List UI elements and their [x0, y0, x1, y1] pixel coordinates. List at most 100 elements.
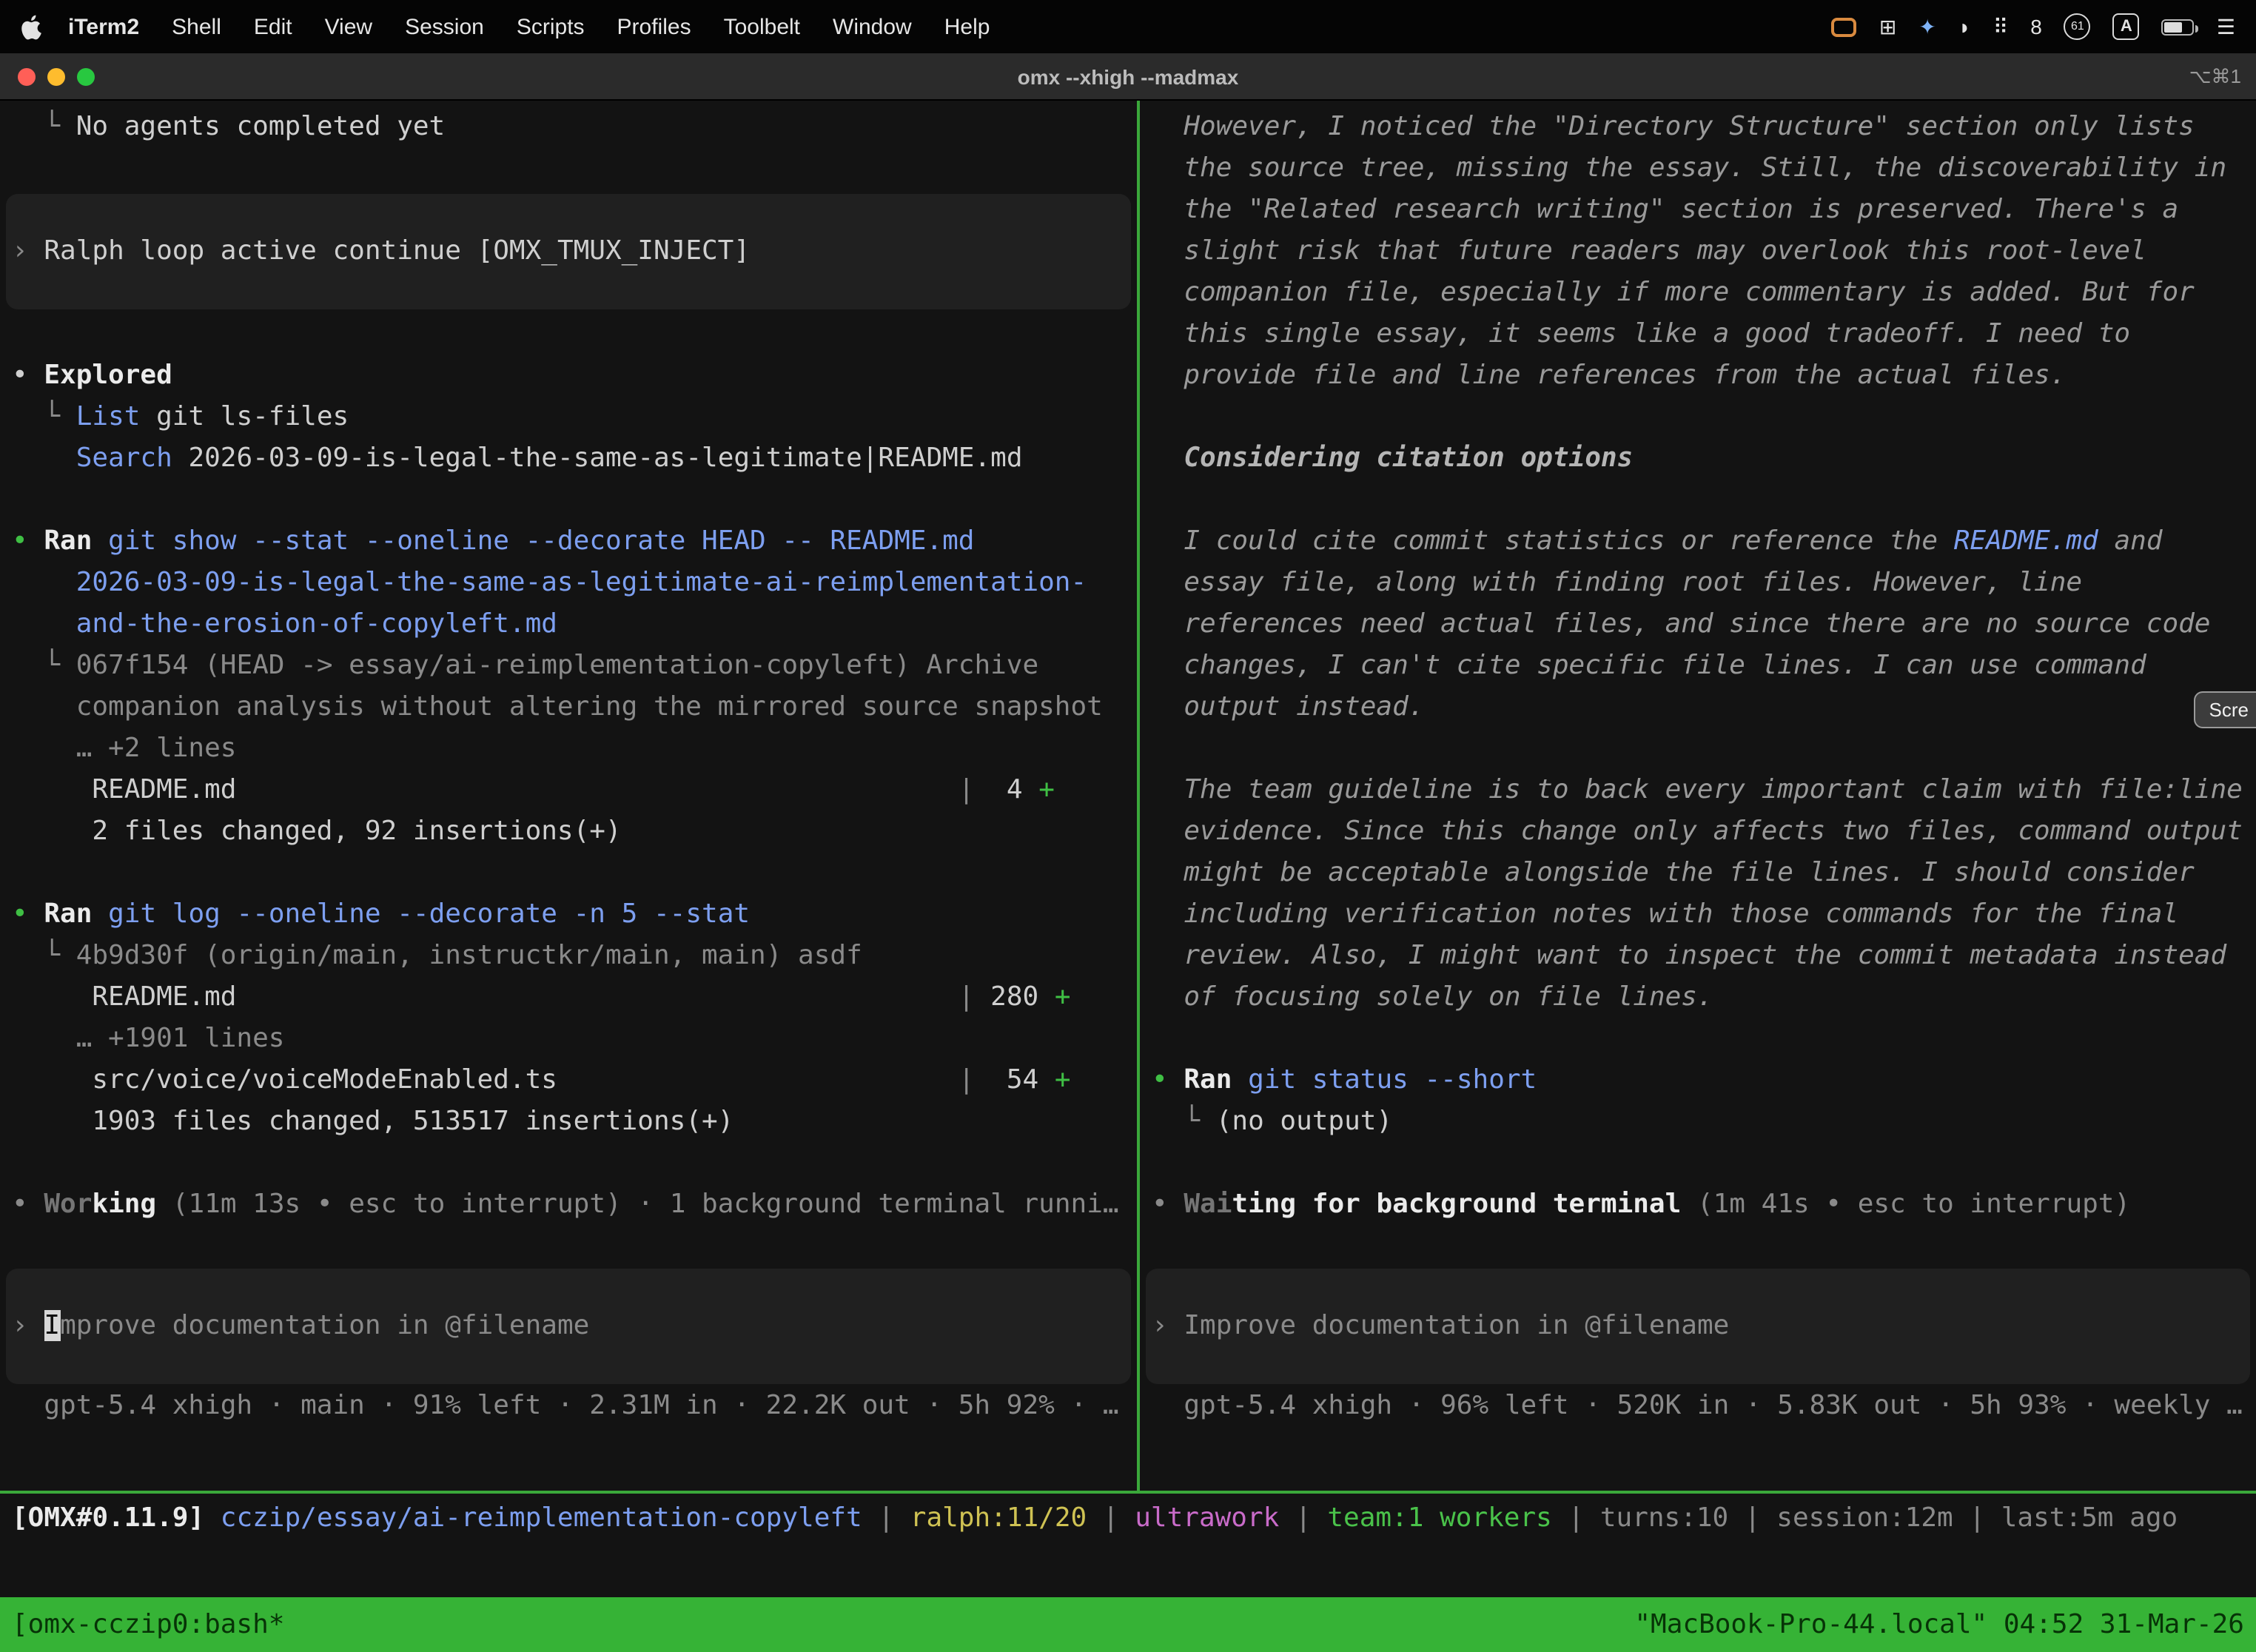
menu-item-edit[interactable]: Edit — [254, 14, 292, 39]
tmux-session-label: [omx-cczip0:bash* — [12, 1609, 284, 1640]
text-segment: team:1 workers — [1327, 1502, 1551, 1534]
close-window-button[interactable] — [18, 67, 36, 85]
dots-grid-icon[interactable]: ⠿ — [1993, 16, 2009, 37]
text-segment: › — [12, 235, 44, 266]
terminal-line: … +2 lines — [0, 728, 1137, 770]
text-segment: Ralph loop active continue [OMX_TMUX_INJ… — [44, 235, 750, 266]
left-input-line[interactable]: › Improve documentation in @filename — [6, 1306, 589, 1347]
menu-list-icon[interactable]: ☰ — [2217, 16, 2235, 37]
text-segment: Improve documentation in @filename — [1184, 1310, 1729, 1341]
dark-app-icon[interactable]: ◗ — [1958, 16, 1971, 37]
text-segment: └ — [12, 940, 76, 971]
text-segment: | — [1552, 1502, 1600, 1534]
text-segment: | — [959, 981, 975, 1013]
screen-recording-icon[interactable] — [1832, 17, 1857, 36]
terminal-line: Search 2026-03-09-is-legal-the-same-as-l… — [0, 438, 1137, 480]
menu-item-scripts[interactable]: Scripts — [517, 14, 585, 39]
terminal-line: However, I noticed the "Directory Struct… — [1140, 107, 2256, 148]
apple-icon — [21, 14, 41, 39]
text-segment: changes, I can't cite specific file line… — [1152, 650, 2146, 681]
zoom-window-button[interactable] — [77, 67, 95, 85]
text-segment: 4b9d30f (origin/main, instructkr/main, m… — [76, 940, 862, 971]
text-segment: slight risk that future readers may over… — [1152, 235, 2146, 266]
text-segment: + — [1038, 774, 1055, 805]
battery-icon[interactable] — [2162, 19, 2195, 35]
text-segment: (1m 41s • esc to interrupt) — [1681, 1189, 2130, 1220]
input-source-icon[interactable]: A — [2113, 13, 2140, 40]
terminal-line: including verification notes with those … — [1140, 894, 2256, 936]
battery-percent-icon[interactable]: 61 — [2064, 13, 2091, 40]
terminal-line: src/voice/voiceModeEnabled.ts | 54 + — [0, 1060, 1137, 1101]
text-segment: I — [44, 1310, 60, 1341]
text-segment: companion analysis without altering the … — [12, 691, 1103, 722]
right-input-line[interactable]: › Improve documentation in @filename — [1146, 1306, 1729, 1347]
menu-item-shell[interactable]: Shell — [172, 14, 221, 39]
terminal-line: the source tree, missing the essay. Stil… — [1140, 148, 2256, 189]
text-segment — [1232, 1064, 1248, 1095]
text-segment: essay file, along with finding root file… — [1152, 567, 2082, 598]
text-segment: └ — [12, 650, 76, 681]
text-segment: (no output) — [1216, 1106, 1392, 1137]
menu-item-session[interactable]: Session — [405, 14, 484, 39]
blue-app-icon[interactable]: ✦ — [1918, 16, 1936, 37]
terminal-line: The team guideline is to back every impo… — [1140, 770, 2256, 811]
terminal-line: this single essay, it seems like a good … — [1140, 314, 2256, 355]
terminal-line: provide file and line references from th… — [1140, 355, 2256, 397]
text-segment: Ran — [1184, 1064, 1232, 1095]
text-segment: king — [92, 1189, 156, 1220]
left-input-box[interactable]: › Improve documentation in @filename — [6, 1269, 1131, 1384]
terminal-line: changes, I can't cite specific file line… — [1140, 645, 2256, 687]
terminal-line: └ No agents completed yet — [0, 107, 1137, 148]
terminal-line: might be acceptable alongside the file l… — [1140, 853, 2256, 894]
text-segment: turns:10 — [1600, 1502, 1728, 1534]
text-segment — [557, 1064, 959, 1095]
terminal-line: README.md | 4 + — [0, 770, 1137, 811]
text-segment: › — [12, 1310, 44, 1341]
text-segment: companion file, especially if more comme… — [1152, 277, 2195, 308]
text-segment: └ — [12, 401, 76, 432]
screen-overlay-tab[interactable]: Scre — [2195, 691, 2256, 728]
text-segment: Wor — [44, 1189, 92, 1220]
text-segment: references need actual files, and since … — [1152, 608, 2211, 639]
terminal-line — [1140, 480, 2256, 521]
app-8-icon[interactable]: 8 — [2030, 16, 2042, 37]
text-segment: | — [959, 774, 975, 805]
notice-box: › Ralph loop active continue [OMX_TMUX_I… — [6, 194, 1131, 309]
menu-item-help[interactable]: Help — [944, 14, 990, 39]
text-segment: 54 — [975, 1064, 1055, 1095]
text-segment: and-the-erosion-of-copyleft.md — [12, 608, 557, 639]
window-title-bar[interactable]: omx --xhigh --madmax ⌥⌘1 — [0, 53, 2256, 101]
left-terminal-pane[interactable]: └ No agents completed yet › Ralph loop ac… — [0, 101, 1137, 1491]
terminal-line: • Explored — [0, 355, 1137, 397]
tmux-host-time-label: "MacBook-Pro-44.local" 04:52 31-Mar-26 — [1634, 1609, 2244, 1640]
text-segment — [236, 981, 958, 1013]
text-segment: • — [1152, 1064, 1184, 1095]
terminal-line: and-the-erosion-of-copyleft.md — [0, 604, 1137, 645]
menu-item-profiles[interactable]: Profiles — [617, 14, 691, 39]
text-segment — [92, 526, 108, 557]
text-segment: | — [862, 1502, 910, 1534]
terminal-line — [0, 314, 1137, 355]
window-grid-icon[interactable]: ⊞ — [1879, 16, 1896, 37]
right-terminal-pane[interactable]: However, I noticed the "Directory Struct… — [1140, 101, 2256, 1491]
text-segment: git log --oneline --decorate -n 5 --stat — [108, 899, 750, 930]
traffic-lights — [0, 67, 95, 85]
text-segment: | — [1279, 1502, 1327, 1534]
minimize-window-button[interactable] — [47, 67, 65, 85]
text-segment — [12, 443, 76, 474]
text-segment: git status --short — [1248, 1064, 1537, 1095]
terminal-line: • Ran git status --short — [1140, 1060, 2256, 1101]
terminal-line: 2026-03-09-is-legal-the-same-as-legitima… — [0, 563, 1137, 604]
terminal-line: • Working (11m 13s • esc to interrupt) ·… — [0, 1184, 1137, 1226]
text-segment: | — [1087, 1502, 1135, 1534]
text-segment: ultrawork — [1135, 1502, 1279, 1534]
menu-item-toolbelt[interactable]: Toolbelt — [724, 14, 800, 39]
terminal-line: 1903 files changed, 513517 insertions(+) — [0, 1101, 1137, 1143]
right-pane-lines: However, I noticed the "Directory Struct… — [1140, 101, 2256, 1226]
menu-item-window[interactable]: Window — [833, 14, 912, 39]
menu-item-view[interactable]: View — [325, 14, 373, 39]
apple-menu[interactable] — [21, 14, 41, 39]
text-segment: of focusing solely on file lines. — [1152, 981, 1713, 1013]
menu-item-iterm2[interactable]: iTerm2 — [68, 14, 139, 39]
right-input-box[interactable]: › Improve documentation in @filename — [1146, 1269, 2250, 1384]
